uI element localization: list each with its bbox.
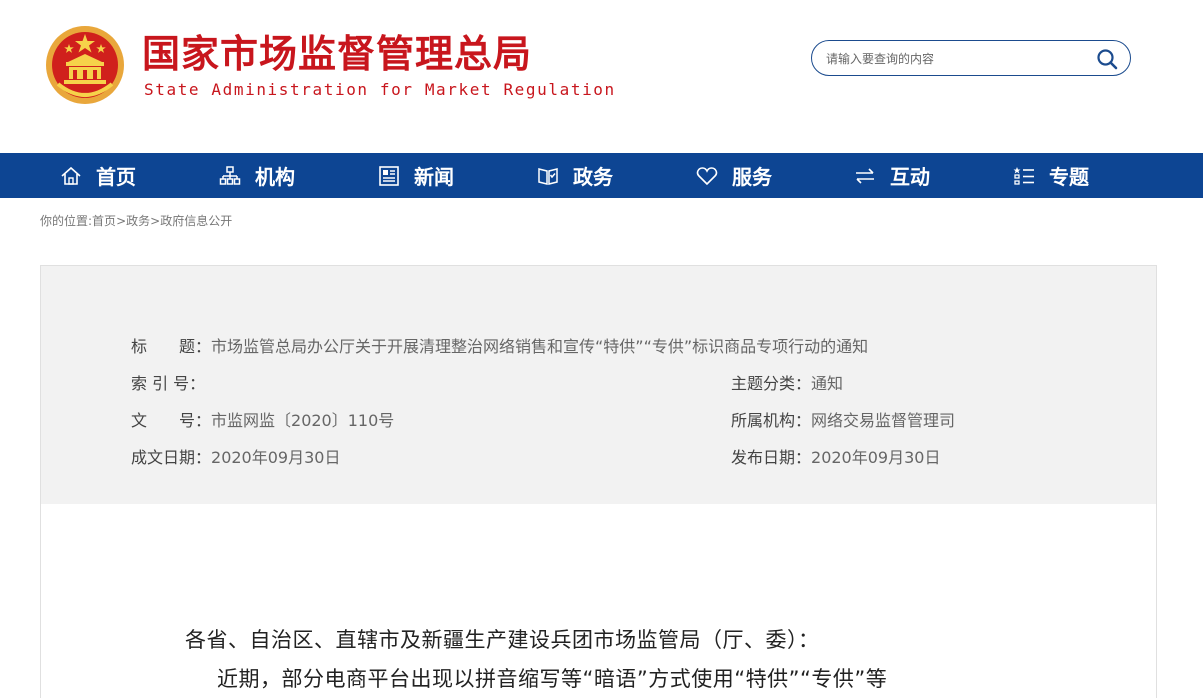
nav-label-interact: 互动 [890,165,930,189]
info-value-created: 2020年09月30日 [211,448,341,467]
info-row-index: 索 引 号： [131,373,205,395]
list-icon [1013,166,1034,185]
article-body: 各省、自治区、直辖市及新疆生产建设兵团市场监管局（厅、委）： 近期，部分电商平台… [40,504,1157,698]
breadcrumb: 你的位置:首页>政务>政府信息公开 [40,212,232,229]
breadcrumb-separator: > [150,214,161,228]
article-paragraph: 近期，部分电商平台出现以拼音缩写等“暗语”方式使用“特供”“专供”等 [217,667,888,691]
nav-item-topics[interactable]: 专题 [1013,153,1089,198]
nav-item-service[interactable]: 服务 [696,153,772,198]
info-label-docno: 文 号： [131,411,212,430]
national-emblem-icon [46,26,124,104]
exchange-arrows-icon [856,167,874,184]
site-title: 国家市场监督管理总局 [142,32,533,76]
nav-item-home[interactable]: 首页 [60,153,136,198]
nav-label-topics: 专题 [1049,165,1089,189]
search-icon[interactable] [1096,48,1118,70]
info-value-docno: 市监网监〔2020〕110号 [211,411,395,430]
heart-icon [696,166,718,185]
info-row-title: 标 题：市场监管总局办公厅关于开展清理整治网络销售和宣传“特供”“专供”标识商品… [131,336,868,358]
article-salutation: 各省、自治区、直辖市及新疆生产建设兵团市场监管局（厅、委）： [185,628,820,652]
nav-item-news[interactable]: 新闻 [378,153,454,198]
info-label-title: 标 题： [131,337,212,356]
nav-label-news: 新闻 [414,165,454,189]
info-value-published: 2020年09月30日 [811,448,941,467]
info-row-org: 所属机构：网络交易监督管理司 [731,410,955,432]
info-row-published: 发布日期：2020年09月30日 [731,447,940,469]
info-row-docno: 文 号：市监网监〔2020〕110号 [131,410,394,432]
open-book-icon [538,167,558,185]
search-input[interactable] [824,48,1088,70]
nav-item-affairs[interactable]: 政务 [537,153,613,198]
info-value-topic: 通知 [811,374,844,393]
search-box [811,40,1131,76]
info-label-topic: 主题分类： [731,374,812,393]
info-row-topic: 主题分类：通知 [731,373,843,395]
info-value-org: 网络交易监督管理司 [811,411,956,430]
info-label-created: 成文日期： [131,448,212,467]
info-row-created: 成文日期：2020年09月30日 [131,447,340,469]
breadcrumb-link-home[interactable]: 首页 [92,214,116,228]
nav-label-home: 首页 [96,165,136,189]
breadcrumb-link-gov-info[interactable]: 政府信息公开 [160,214,232,228]
info-label-index: 索 引 号： [131,374,206,393]
breadcrumb-prefix: 你的位置: [40,214,93,228]
org-chart-icon [219,165,241,185]
nav-item-interact[interactable]: 互动 [854,153,930,198]
news-icon [379,165,399,186]
breadcrumb-link-affairs[interactable]: 政务 [126,214,150,228]
nav-item-org[interactable]: 机构 [219,153,295,198]
info-label-published: 发布日期： [731,448,812,467]
info-label-org: 所属机构： [731,411,812,430]
nav-label-affairs: 政务 [573,165,613,189]
document-info-panel: 标 题：市场监管总局办公厅关于开展清理整治网络销售和宣传“特供”“专供”标识商品… [40,265,1157,505]
info-value-title: 市场监管总局办公厅关于开展清理整治网络销售和宣传“特供”“专供”标识商品专项行动… [211,337,869,356]
site-header: 国家市场监督管理总局 State Administration for Mark… [0,0,1203,153]
site-subtitle: State Administration for Market Regulati… [144,80,616,99]
nav-label-org: 机构 [255,165,295,189]
main-nav: 首页 机构 新闻 政务 服务 互动 专题 [0,153,1203,198]
breadcrumb-separator: > [116,214,127,228]
home-icon [61,166,81,185]
nav-label-service: 服务 [732,165,772,189]
